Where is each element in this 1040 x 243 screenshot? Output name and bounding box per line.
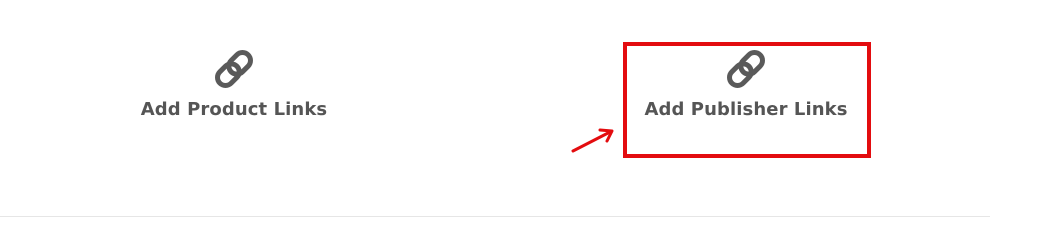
add-publisher-links-label: Add Publisher Links	[644, 99, 848, 120]
add-product-links-label: Add Product Links	[140, 99, 328, 120]
add-product-links-button[interactable]: Add Product Links	[134, 47, 334, 120]
section-divider	[0, 216, 990, 217]
annotation-arrow-icon	[571, 128, 614, 153]
add-publisher-links-button[interactable]: Add Publisher Links	[644, 47, 848, 120]
link-icon	[727, 50, 765, 88]
link-icon	[215, 50, 253, 88]
